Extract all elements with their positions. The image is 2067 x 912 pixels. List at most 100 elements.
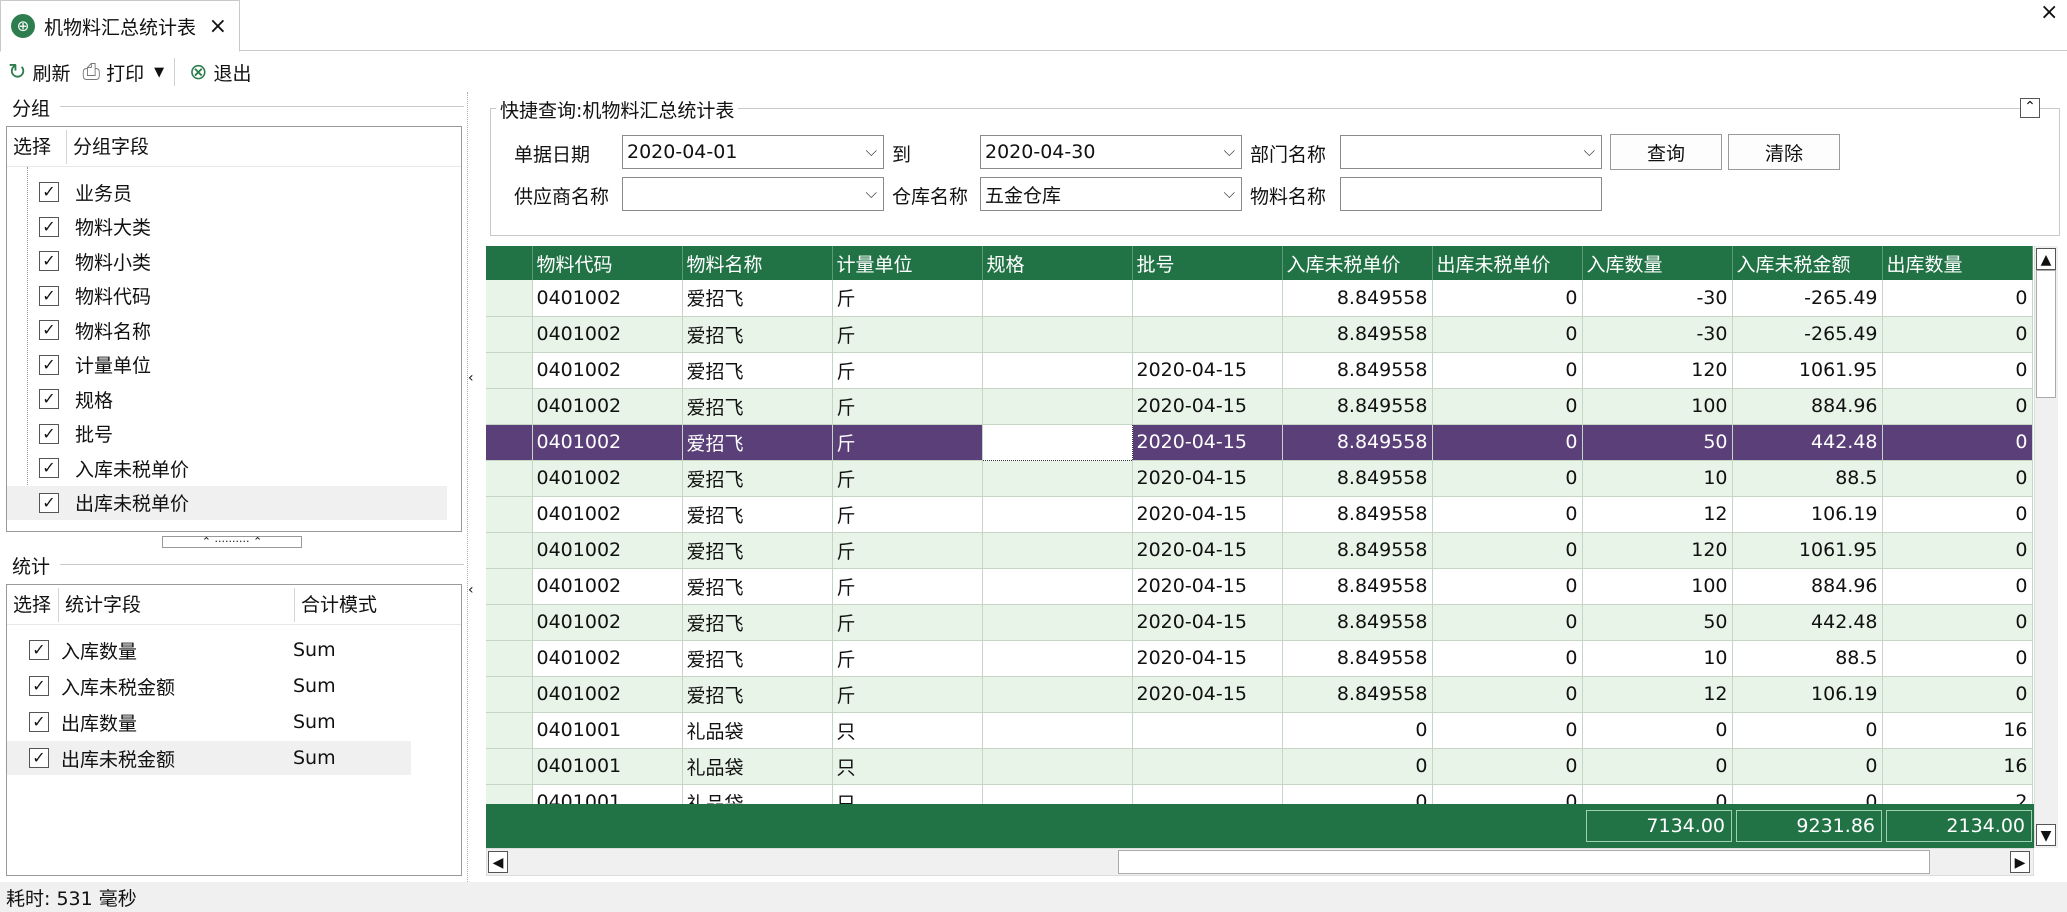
dept-select[interactable]: ⌵	[1340, 135, 1602, 169]
group-item[interactable]: ✓ 物料小类	[7, 244, 447, 278]
checkbox-checked-icon[interactable]: ✓	[39, 320, 59, 340]
table-cell[interactable]: 0401002	[532, 352, 683, 389]
table-row[interactable]: 0401002 爱招飞斤 8.849558 0 -30 -265.49 0	[486, 316, 2033, 353]
table-row[interactable]: 0401001 礼品袋只 0 0 0 0 2	[486, 784, 2033, 806]
table-cell[interactable]: 0	[1882, 568, 2033, 605]
table-cell[interactable]	[1132, 280, 1283, 317]
table-cell[interactable]: 8.849558	[1282, 424, 1433, 461]
table-cell[interactable]	[982, 280, 1133, 317]
table-cell[interactable]: 爱招飞	[682, 676, 833, 713]
group-item[interactable]: ✓ 业务员	[7, 175, 447, 209]
warehouse-select[interactable]: 五金仓库 ⌵	[980, 177, 1242, 211]
table-cell[interactable]: 0	[1432, 460, 1583, 497]
table-cell[interactable]: 斤	[832, 280, 983, 317]
table-cell[interactable]: 0	[1882, 280, 2033, 317]
table-cell[interactable]: 2020-04-15	[1132, 496, 1283, 533]
table-cell[interactable]: 0	[1282, 748, 1433, 785]
table-cell[interactable]	[982, 640, 1133, 677]
clear-button[interactable]: 清除	[1728, 134, 1840, 170]
table-cell[interactable]: 0401002	[532, 496, 683, 533]
material-input[interactable]	[1340, 177, 1602, 211]
chevron-down-icon[interactable]: ⌵	[1224, 142, 1235, 160]
table-cell[interactable]	[982, 748, 1133, 785]
table-cell[interactable]: 106.19	[1732, 496, 1883, 533]
table-cell[interactable]: 斤	[832, 676, 983, 713]
chevron-left-icon-2[interactable]: ‹	[468, 582, 474, 598]
scroll-up-icon[interactable]: ▲	[2036, 248, 2056, 270]
table-row[interactable]: 0401002 爱招飞斤 2020-04-15 8.849558 0 120 1061.95…	[486, 532, 2033, 569]
table-cell[interactable]: 0	[1432, 676, 1583, 713]
stat-item[interactable]: ✓ 出库数量 Sum	[7, 705, 411, 739]
table-cell[interactable]: 8.849558	[1282, 388, 1433, 425]
row-indicator[interactable]	[486, 352, 533, 389]
table-cell[interactable]: 0	[1882, 460, 2033, 497]
table-cell[interactable]	[1132, 784, 1283, 806]
table-cell[interactable]: 0	[1432, 496, 1583, 533]
table-cell[interactable]: 8.849558	[1282, 640, 1433, 677]
tab-material-summary[interactable]: ⊕ 机物料汇总统计表 ×	[0, 0, 240, 52]
table-cell[interactable]: 0	[1882, 532, 2033, 569]
table-cell[interactable]: 爱招飞	[682, 568, 833, 605]
table-cell[interactable]	[1132, 712, 1283, 749]
date-to-field[interactable]: 2020-04-30 ⌵	[980, 135, 1242, 169]
table-cell[interactable]: 0	[1732, 748, 1883, 785]
window-close-icon[interactable]: ×	[2040, 0, 2058, 25]
checkbox-checked-icon[interactable]: ✓	[39, 251, 59, 271]
table-cell[interactable]: 120	[1582, 352, 1733, 389]
table-row[interactable]: 0401002 爱招飞斤 2020-04-15 8.849558 0 10 88.5 0	[486, 460, 2033, 497]
table-cell[interactable]	[982, 604, 1133, 641]
table-cell[interactable]: 只	[832, 784, 983, 806]
grid-column-header[interactable]: 出库未税单价	[1432, 246, 1583, 280]
table-cell[interactable]: 2020-04-15	[1132, 352, 1283, 389]
checkbox-checked-icon[interactable]: ✓	[29, 640, 49, 660]
table-cell[interactable]: 0	[1882, 640, 2033, 677]
table-cell[interactable]: 0401001	[532, 748, 683, 785]
table-cell[interactable]: 8.849558	[1282, 460, 1433, 497]
row-indicator[interactable]	[486, 532, 533, 569]
table-cell[interactable]: 只	[832, 712, 983, 749]
table-cell[interactable]	[982, 388, 1133, 425]
table-row[interactable]: 0401002 爱招飞斤 2020-04-15 8.849558 0 12 106.19 0	[486, 676, 2033, 713]
table-cell[interactable]: 0	[1432, 424, 1583, 461]
group-item[interactable]: ✓ 批号	[7, 417, 447, 451]
row-indicator[interactable]	[486, 568, 533, 605]
table-cell[interactable]: 16	[1882, 748, 2033, 785]
panel-splitter[interactable]: ⌃ ·········· ⌃	[162, 536, 302, 548]
table-row[interactable]: 0401002 爱招飞斤 2020-04-15 8.849558 0 100 884.96 0	[486, 568, 2033, 605]
table-cell[interactable]: 0	[1882, 352, 2033, 389]
stat-item[interactable]: ✓ 出库未税金额 Sum	[7, 741, 411, 775]
table-cell[interactable]: 50	[1582, 604, 1733, 641]
refresh-button[interactable]: ↻ 刷新	[4, 54, 74, 90]
table-cell[interactable]: 100	[1582, 388, 1733, 425]
table-cell[interactable]: 1061.95	[1732, 532, 1883, 569]
checkbox-checked-icon[interactable]: ✓	[39, 216, 59, 237]
checkbox-checked-icon[interactable]: ✓	[39, 423, 59, 444]
table-cell[interactable]: 0	[1582, 712, 1733, 749]
group-item[interactable]: ✓ 物料名称	[7, 313, 447, 347]
table-cell[interactable]: 10	[1582, 640, 1733, 677]
grid-column-header[interactable]: 入库未税单价	[1282, 246, 1433, 280]
tab-close-icon[interactable]: ×	[209, 14, 227, 39]
table-cell[interactable]: 礼品袋	[682, 784, 833, 806]
table-cell[interactable]	[982, 532, 1133, 569]
table-cell[interactable]: 0	[1432, 748, 1583, 785]
stat-item[interactable]: ✓ 入库未税金额 Sum	[7, 669, 411, 703]
table-cell[interactable]: 2020-04-15	[1132, 604, 1283, 641]
grid-column-header[interactable]: 物料名称	[682, 246, 833, 280]
checkbox-checked-icon[interactable]: ✓	[39, 285, 59, 306]
table-cell[interactable]	[982, 784, 1133, 806]
table-cell[interactable]: 8.849558	[1282, 568, 1433, 605]
table-cell[interactable]: 0	[1432, 640, 1583, 677]
chevron-down-icon[interactable]: ⌵	[866, 142, 877, 160]
horizontal-scroll-thumb[interactable]	[1118, 850, 1930, 874]
row-indicator[interactable]	[486, 676, 533, 713]
table-cell[interactable]: 8.849558	[1282, 676, 1433, 713]
group-item[interactable]: ✓ 物料大类	[7, 210, 447, 244]
row-indicator[interactable]	[486, 316, 533, 353]
table-cell[interactable]	[982, 352, 1133, 389]
table-cell[interactable]: 2020-04-15	[1132, 568, 1283, 605]
table-cell[interactable]: 2020-04-15	[1132, 424, 1283, 461]
date-from-field[interactable]: 2020-04-01 ⌵	[622, 135, 884, 169]
table-cell[interactable]: 0	[1432, 604, 1583, 641]
checkbox-checked-icon[interactable]: ✓	[29, 712, 49, 732]
